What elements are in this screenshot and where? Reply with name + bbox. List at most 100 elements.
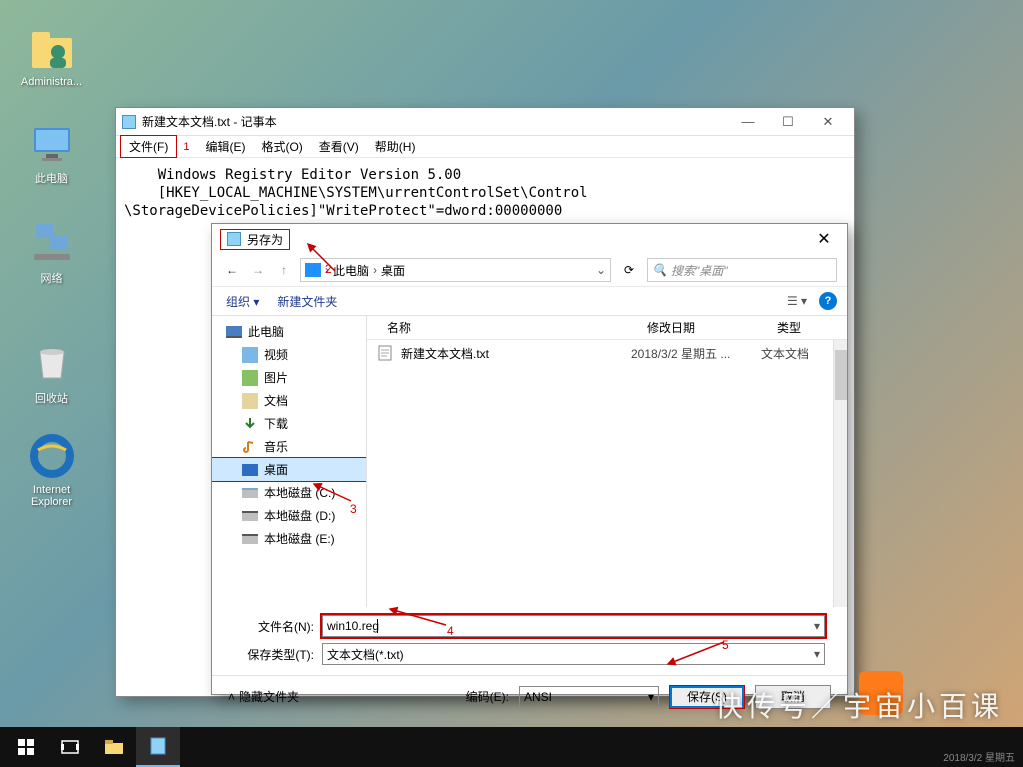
start-button[interactable] <box>4 727 48 767</box>
back-button[interactable]: ← <box>222 260 242 280</box>
encoding-select[interactable]: ANSI <box>519 686 659 708</box>
tree-downloads[interactable]: 下载 <box>212 412 366 435</box>
col-name[interactable]: 名称 <box>367 319 627 336</box>
filetype-select[interactable]: 文本文档(*.txt) <box>322 643 825 665</box>
icon-label: 网络 <box>14 270 89 286</box>
file-type: 文本文档 <box>761 345 809 362</box>
video-icon <box>242 347 258 363</box>
notepad-menubar: 文件(F)1 编辑(E) 格式(O) 查看(V) 帮助(H) <box>116 136 854 158</box>
watermark-text: 快传号／宇宙小百课 <box>715 685 1003 725</box>
tree-pictures[interactable]: 图片 <box>212 366 366 389</box>
menu-edit[interactable]: 编辑(E) <box>197 136 253 157</box>
icon-label: Administra... <box>14 76 89 88</box>
tree-music[interactable]: 音乐 <box>212 435 366 458</box>
tree-drive-d[interactable]: 本地磁盘 (D:) <box>212 504 366 527</box>
file-name: 新建文本文档.txt <box>401 345 631 362</box>
document-icon <box>242 393 258 409</box>
menu-help[interactable]: 帮助(H) <box>367 136 424 157</box>
annotation-2: 2 <box>325 262 332 276</box>
list-item[interactable]: 新建文本文档.txt 2018/3/2 星期五 ... 文本文档 <box>367 340 847 366</box>
filename-input[interactable]: win10.reg <box>322 615 825 637</box>
annotation-3: 3 <box>350 502 357 516</box>
taskbar: 2018/3/2 星期五 <box>0 727 1023 767</box>
notepad-title: 新建文本文档.txt - 记事本 <box>142 113 277 130</box>
newfolder-button[interactable]: 新建文件夹 <box>273 291 341 312</box>
maximize-button[interactable]: ☐ <box>768 108 808 136</box>
hide-folders-toggle[interactable]: ˄隐藏文件夹 <box>228 688 299 705</box>
tree-documents[interactable]: 文档 <box>212 389 366 412</box>
download-icon <box>242 416 258 432</box>
saveas-fields: 文件名(N): win10.reg 保存类型(T): 文本文档(*.txt) <box>212 607 847 675</box>
menu-view[interactable]: 查看(V) <box>311 136 367 157</box>
drive-icon <box>242 488 258 498</box>
monitor-icon <box>226 326 242 338</box>
close-button[interactable]: ✕ <box>809 224 839 254</box>
file-date: 2018/3/2 星期五 ... <box>631 345 761 362</box>
list-headers: 名称 修改日期 类型 <box>367 316 847 340</box>
tree-drive-c[interactable]: 本地磁盘 (C:) <box>212 481 366 504</box>
desktop-icon-recycle[interactable]: 回收站 <box>14 338 89 406</box>
desktop-icon-thispc[interactable]: 此电脑 <box>14 118 89 186</box>
notepad-titlebar[interactable]: 新建文本文档.txt - 记事本 — ☐ ✕ <box>116 108 854 136</box>
textfile-icon <box>377 345 393 361</box>
tree-video[interactable]: 视频 <box>212 343 366 366</box>
notepad-content[interactable]: Windows Registry Editor Version 5.00 [HK… <box>116 158 854 229</box>
forward-button[interactable]: → <box>248 260 268 280</box>
notepad-task[interactable] <box>136 727 180 767</box>
tree-desktop[interactable]: 桌面 <box>212 458 366 481</box>
desktop-icon <box>242 464 258 476</box>
menu-file[interactable]: 文件(F) <box>120 135 177 158</box>
bc-leaf[interactable]: 桌面 <box>381 262 405 279</box>
desktop-icon-ie[interactable]: Internet Explorer <box>14 432 89 508</box>
saveas-dialog: 另存为 ✕ 2 ← → ↑ › 此电脑 › 桌面 ⌄ ⟳ 🔍 搜索"桌面" 组织… <box>211 223 848 695</box>
up-button[interactable]: ↑ <box>274 260 294 280</box>
annotation-4: 4 <box>447 624 454 638</box>
col-type[interactable]: 类型 <box>757 319 821 336</box>
tree-drive-e[interactable]: 本地磁盘 (E:) <box>212 527 366 550</box>
drive-icon <box>242 534 258 544</box>
scrollbar[interactable] <box>833 340 847 607</box>
minimize-button[interactable]: — <box>728 108 768 136</box>
search-input[interactable]: 🔍 搜索"桌面" <box>647 258 837 282</box>
notepad-icon <box>122 115 136 129</box>
tree-thispc[interactable]: 此电脑 <box>212 320 366 343</box>
icon-label: Internet Explorer <box>14 484 89 508</box>
close-button[interactable]: ✕ <box>808 108 848 136</box>
view-button[interactable]: ☰ ▾ <box>785 291 809 311</box>
filetype-label: 保存类型(T): <box>234 646 314 663</box>
trash-icon <box>28 338 76 386</box>
organize-menu[interactable]: 组织 ▾ <box>222 291 263 312</box>
taskbar-clock[interactable]: 2018/3/2 星期五 <box>943 753 1015 765</box>
user-folder-icon <box>28 24 76 72</box>
annotation-1: 1 <box>175 139 197 155</box>
icon-label: 此电脑 <box>14 170 89 186</box>
saveas-nav: ← → ↑ › 此电脑 › 桌面 ⌄ ⟳ 🔍 搜索"桌面" <box>212 254 847 286</box>
drive-icon <box>242 511 258 521</box>
desktop-icon-admin[interactable]: Administra... <box>14 24 89 88</box>
file-list[interactable]: 名称 修改日期 类型 新建文本文档.txt 2018/3/2 星期五 ... 文… <box>367 316 847 607</box>
refresh-button[interactable]: ⟳ <box>617 258 641 282</box>
search-icon: 🔍 <box>652 263 667 277</box>
folder-tree[interactable]: 此电脑 视频 图片 文档 下载 音乐 桌面 本地磁盘 (C:) 本地磁盘 (D:… <box>212 316 367 607</box>
menu-format[interactable]: 格式(O) <box>253 136 310 157</box>
taskview-button[interactable] <box>48 727 92 767</box>
explorer-button[interactable] <box>92 727 136 767</box>
encoding-label: 编码(E): <box>466 688 509 705</box>
saveas-toolbar: 组织 ▾ 新建文件夹 ☰ ▾ ? <box>212 286 847 316</box>
filename-label: 文件名(N): <box>234 618 314 635</box>
browser-icon <box>28 432 76 480</box>
saveas-icon <box>227 232 241 246</box>
music-icon <box>242 439 258 455</box>
bc-root[interactable]: 此电脑 <box>333 262 369 279</box>
saveas-titlebar[interactable]: 另存为 ✕ <box>212 224 847 254</box>
desktop-icon-network[interactable]: 网络 <box>14 218 89 286</box>
chevron-up-icon: ˄ <box>228 690 235 704</box>
icon-label: 回收站 <box>14 390 89 406</box>
col-date[interactable]: 修改日期 <box>627 319 757 336</box>
search-placeholder: 搜索"桌面" <box>671 262 728 279</box>
picture-icon <box>242 370 258 386</box>
saveas-title: 另存为 <box>247 231 283 248</box>
help-button[interactable]: ? <box>819 292 837 310</box>
breadcrumb[interactable]: › 此电脑 › 桌面 ⌄ <box>300 258 611 282</box>
monitor-icon <box>28 118 76 166</box>
